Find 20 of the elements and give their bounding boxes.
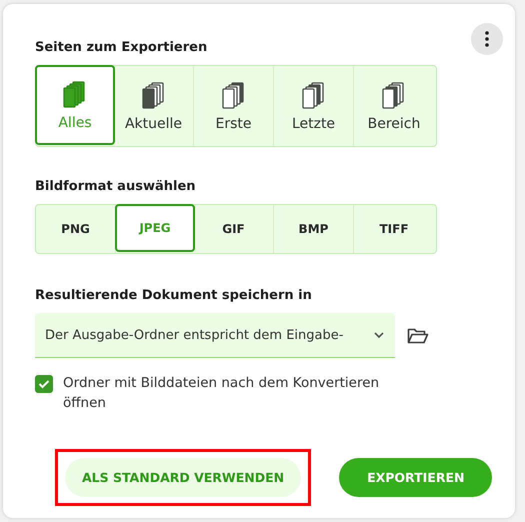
- section-label: Seiten zum Exportieren: [35, 40, 208, 55]
- format-option[interactable]: TIFF: [354, 205, 434, 253]
- section-label: Bildformat auswählen: [35, 179, 197, 194]
- checkbox[interactable]: [35, 375, 53, 393]
- checkbox-label: Ordner mit Bilddateien nach dem Konvertieren öffnen: [63, 374, 380, 413]
- pages-icon: [300, 80, 326, 110]
- more-options-icon[interactable]: [471, 23, 503, 55]
- folder-icon[interactable]: [407, 326, 429, 344]
- chevron-down-icon: [373, 331, 385, 339]
- pages-icon: [140, 80, 166, 110]
- output-folder-dropdown[interactable]: Der Ausgabe-Ordner entspricht dem Eingabe-: [35, 313, 395, 358]
- page-option[interactable]: Letzte: [274, 66, 354, 146]
- section-label: Resultierende Dokument speichern in: [35, 288, 313, 303]
- checkmark-icon: [38, 379, 50, 389]
- pages-icon: [220, 80, 246, 110]
- page-option[interactable]: Erste: [194, 66, 274, 146]
- page-option[interactable]: Aktuelle: [114, 66, 194, 146]
- page-option[interactable]: Bereich: [354, 66, 434, 146]
- format-option[interactable]: BMP: [274, 205, 354, 253]
- format-option[interactable]: GIF: [194, 205, 274, 253]
